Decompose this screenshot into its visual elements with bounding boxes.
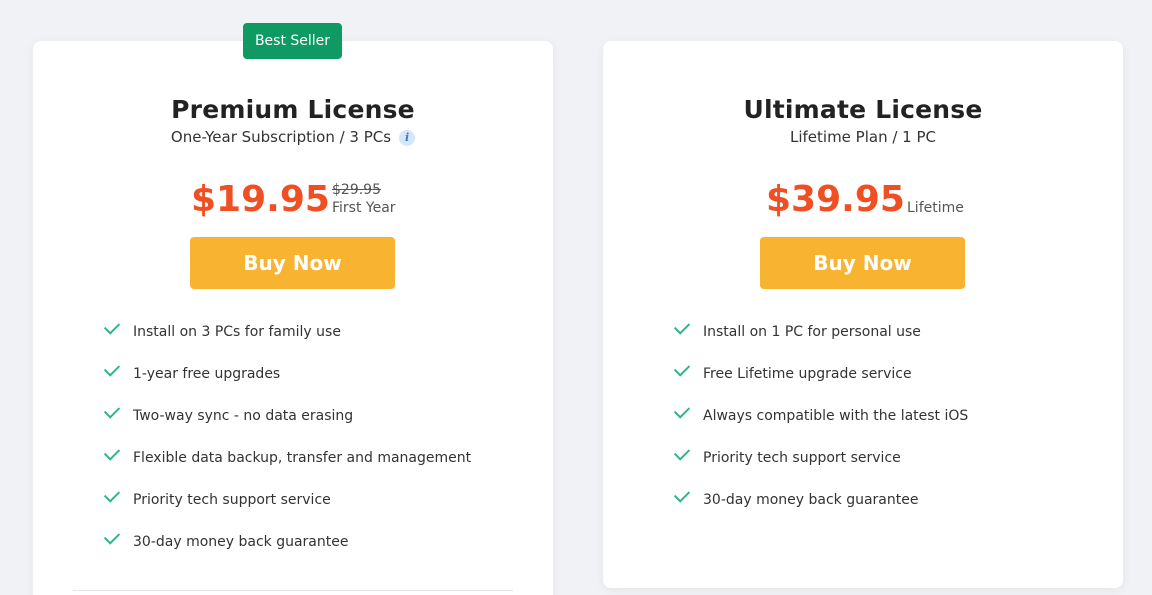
check-icon [103,360,121,377]
ultimate-license-card: Ultimate License Lifetime Plan / 1 PC $3… [603,41,1123,588]
check-icon [103,486,121,503]
ultimate-price-note: Lifetime [907,200,964,216]
check-icon [103,528,121,545]
premium-price: $19.95 [191,179,330,220]
feature-text: 1-year free upgrades [133,366,281,382]
feature-item: Free Lifetime upgrade service [673,360,968,404]
premium-price-meta: $29.95 First Year [332,181,396,217]
premium-license-title: Premium License [171,95,415,124]
premium-feature-list: Install on 3 PCs for family use 1-year f… [103,318,472,572]
info-icon[interactable]: i [399,130,416,146]
feature-item: Priority tech support service [673,444,968,488]
feature-text: Install on 1 PC for personal use [703,324,921,340]
feature-text: Two-way sync - no data erasing [133,408,354,424]
ultimate-license-subtitle: Lifetime Plan / 1 PC [789,128,937,146]
feature-item: 30-day money back guarantee [103,528,471,572]
check-icon [103,318,121,335]
feature-item: Priority tech support service [103,486,471,530]
feature-text: Always compatible with the latest iOS [703,408,969,424]
check-icon [103,402,121,419]
feature-item: Install on 1 PC for personal use [673,318,968,362]
best-seller-badge: Best Seller [243,23,342,59]
feature-item: 30-day money back guarantee [673,486,968,530]
pricing-page: Best Seller Premium License One-Year Sub… [0,0,1152,595]
premium-old-price: $29.95 [332,182,381,198]
ultimate-feature-list: Install on 1 PC for personal use Free Li… [673,318,969,530]
card-divider [73,590,513,591]
premium-subtitle-text: One-Year Subscription / 3 PCs [170,128,392,146]
check-icon [103,444,121,461]
check-icon [673,402,691,419]
check-icon [673,486,691,503]
premium-buy-now-button[interactable]: Buy Now [190,237,395,289]
feature-item: Always compatible with the latest iOS [673,402,969,446]
feature-item: 1-year free upgrades [103,360,471,404]
premium-license-card: Premium License One-Year Subscription / … [33,41,553,595]
ultimate-license-title: Ultimate License [743,95,983,124]
feature-item: Flexible data backup, transfer and manag… [103,444,472,488]
feature-text: 30-day money back guarantee [133,534,349,550]
check-icon [673,360,691,377]
check-icon [673,444,691,461]
feature-text: Priority tech support service [703,450,901,466]
feature-item: Two-way sync - no data erasing [103,402,471,446]
ultimate-price: $39.95 [766,179,905,220]
feature-text: 30-day money back guarantee [703,492,919,508]
feature-text: Install on 3 PCs for family use [133,324,341,340]
feature-text: Priority tech support service [133,492,331,508]
ultimate-buy-now-button[interactable]: Buy Now [760,237,965,289]
premium-price-note: First Year [332,200,396,216]
check-icon [673,318,691,335]
feature-text: Flexible data backup, transfer and manag… [133,450,472,466]
premium-license-subtitle: One-Year Subscription / 3 PCs i [33,126,553,148]
feature-item: Install on 3 PCs for family use [103,318,471,362]
feature-text: Free Lifetime upgrade service [703,366,912,382]
